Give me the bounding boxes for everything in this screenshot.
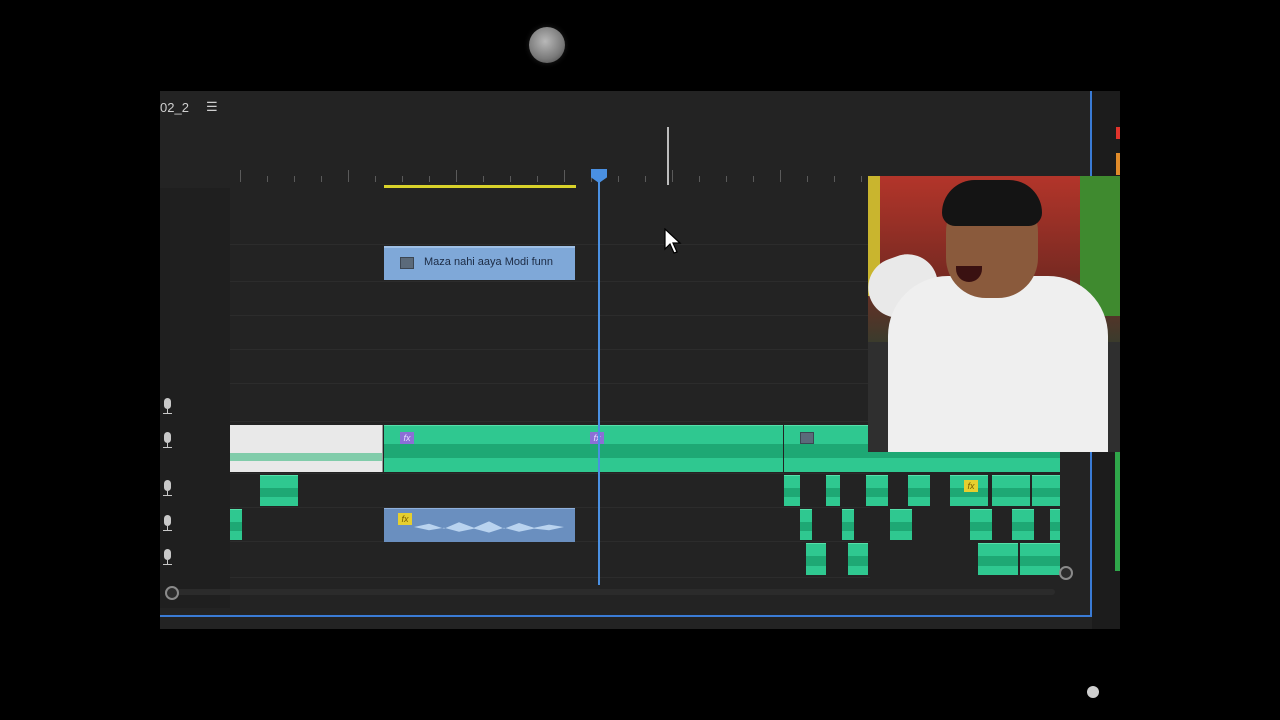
horizontal-scrollbar[interactable] <box>175 589 1055 595</box>
ruler-tick <box>429 176 430 182</box>
ruler-tick <box>726 176 727 182</box>
record-dot-icon <box>529 27 565 63</box>
meter-level-green <box>1115 451 1120 571</box>
audio-clip[interactable]: fx <box>950 475 988 506</box>
video-overlay-image <box>868 176 1120 452</box>
ruler-tick <box>564 170 565 182</box>
audio-clip[interactable] <box>908 475 930 506</box>
audio-clip-selected[interactable] <box>230 425 383 472</box>
track-divider <box>230 473 870 474</box>
ruler-tick <box>240 170 241 182</box>
audio-clip[interactable] <box>1012 509 1034 540</box>
panel-focus-border-bottom <box>160 615 1092 617</box>
fx-badge[interactable]: fx <box>590 432 604 444</box>
audio-clip[interactable] <box>806 543 826 575</box>
clip-icon <box>800 432 814 444</box>
audio-clip[interactable] <box>230 509 242 540</box>
scroll-handle-icon[interactable] <box>1059 566 1073 580</box>
track-divider <box>230 281 870 282</box>
hamburger-icon[interactable]: ☰ <box>206 99 218 115</box>
ruler-tick <box>618 176 619 182</box>
ruler-tick <box>645 176 646 182</box>
track-divider <box>230 315 870 316</box>
audio-clip[interactable] <box>1050 509 1060 540</box>
ruler-tick <box>375 176 376 182</box>
microphone-icon[interactable] <box>162 515 172 533</box>
sequence-tab-label[interactable]: 02_2 <box>160 100 189 115</box>
ruler-tick <box>321 176 322 182</box>
ruler-tick <box>699 176 700 182</box>
ruler-tick <box>267 176 268 182</box>
audio-clip[interactable] <box>826 475 840 506</box>
audio-clip[interactable] <box>800 509 812 540</box>
ruler-tick <box>672 170 673 182</box>
playhead-line[interactable] <box>598 169 600 585</box>
clip-icon <box>400 257 414 269</box>
track-divider <box>230 383 870 384</box>
track-headers <box>160 188 230 608</box>
ruler-tick <box>861 176 862 182</box>
fx-badge[interactable]: fx <box>398 513 412 525</box>
title-clip-label: Maza nahi aaya Modi funn <box>424 256 554 268</box>
audio-clip[interactable] <box>890 509 912 540</box>
audio-clip-linked[interactable]: fx <box>384 508 575 542</box>
ruler-tick <box>780 170 781 182</box>
meter-peak-red <box>1116 127 1120 139</box>
fx-badge[interactable]: fx <box>400 432 414 444</box>
watermark-icon <box>1087 686 1099 698</box>
work-area-bar[interactable] <box>384 185 576 188</box>
microphone-icon[interactable] <box>162 549 172 567</box>
title-clip[interactable]: Maza nahi aaya Modi funn <box>384 246 575 280</box>
audio-clip[interactable] <box>970 509 992 540</box>
audio-clip[interactable] <box>866 475 888 506</box>
microphone-icon[interactable] <box>162 432 172 450</box>
fx-badge[interactable]: fx <box>964 480 978 492</box>
audio-clip[interactable]: fx <box>574 425 783 472</box>
meter-peak-orange <box>1116 153 1120 175</box>
audio-clip[interactable] <box>1032 475 1060 506</box>
scroll-handle-icon[interactable] <box>165 586 179 600</box>
audio-clip[interactable] <box>992 475 1030 506</box>
track-divider <box>230 421 870 422</box>
ruler-tick <box>753 176 754 182</box>
microphone-icon[interactable] <box>162 398 172 416</box>
track-divider <box>230 244 870 245</box>
audio-clip[interactable] <box>842 509 854 540</box>
ruler-tick <box>456 170 457 182</box>
ruler-tick <box>402 176 403 182</box>
microphone-icon[interactable] <box>162 480 172 498</box>
track-divider <box>230 349 870 350</box>
ruler-tick <box>348 170 349 182</box>
ruler-tick <box>483 176 484 182</box>
mouse-pointer-icon <box>664 228 682 254</box>
audio-clip[interactable] <box>260 475 298 506</box>
ruler-tick <box>807 176 808 182</box>
audio-clip[interactable] <box>784 475 800 506</box>
audio-clip[interactable] <box>978 543 1018 575</box>
ruler-tick <box>537 176 538 182</box>
audio-clip[interactable] <box>1020 543 1060 575</box>
audio-clip[interactable] <box>848 543 868 575</box>
ruler-tick <box>510 176 511 182</box>
ruler-tick <box>834 176 835 182</box>
audio-clip[interactable]: fx <box>384 425 574 472</box>
ruler-tick <box>294 176 295 182</box>
track-divider <box>230 577 870 578</box>
